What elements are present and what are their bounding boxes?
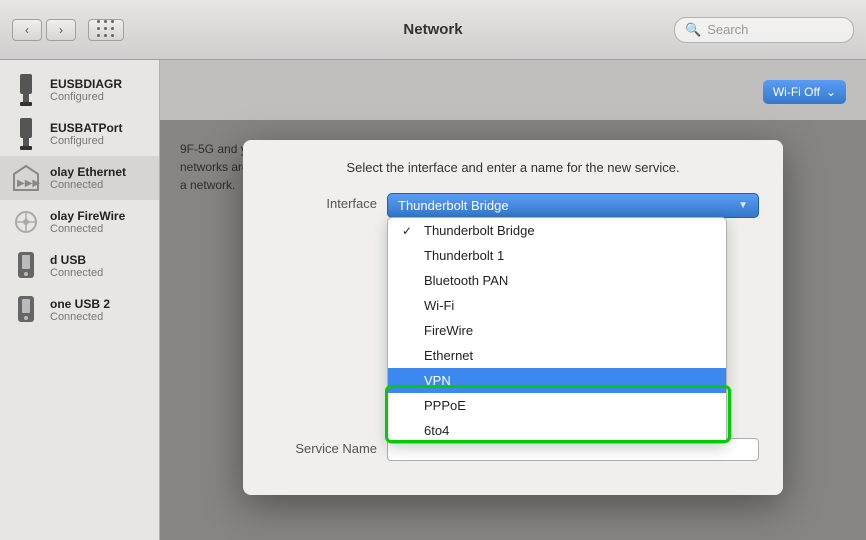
sidebar-item-status-1: Configured (50, 91, 122, 103)
interface-row: Interface Thunderbolt Bridge ▼ Thunderbo… (267, 193, 759, 218)
back-button[interactable]: ‹ (12, 19, 42, 41)
dropdown-selected-text: Thunderbolt Bridge (398, 198, 509, 213)
dropdown-item-label-7: PPPoE (424, 398, 466, 413)
dropdown-arrow-icon: ▼ (738, 200, 748, 211)
usb-icon-1 (10, 74, 42, 106)
phone-usb-icon-1 (10, 250, 42, 282)
sidebar-item-info-4: olay FireWire Connected (50, 209, 125, 235)
sidebar: EUSBDIAGR Configured EUSBATPort Configur… (0, 60, 160, 540)
dropdown-item-label-8: 6to4 (424, 423, 449, 438)
ethernet-icon: ▶▶▶ (10, 162, 42, 194)
titlebar: ‹ › Network 🔍 Search (0, 0, 866, 60)
dropdown-item-ethernet[interactable]: Ethernet (388, 343, 726, 368)
interface-dropdown-menu: Thunderbolt Bridge Thunderbolt 1 Bluetoo… (387, 217, 727, 444)
dropdown-item-label-5: Ethernet (424, 348, 473, 363)
dropdown-item-label-1: Thunderbolt 1 (424, 248, 504, 263)
interface-field: Thunderbolt Bridge ▼ Thunderbolt Bridge … (387, 193, 759, 218)
apps-button[interactable] (88, 19, 124, 41)
dropdown-item-firewire[interactable]: FireWire (388, 318, 726, 343)
apps-grid-icon (97, 20, 116, 39)
service-name-label: Service Name (267, 438, 387, 456)
dialog-title: Select the interface and enter a name fo… (267, 160, 759, 175)
svg-text:▶▶▶: ▶▶▶ (17, 178, 40, 189)
interface-label: Interface (267, 193, 387, 211)
interface-dropdown-selected[interactable]: Thunderbolt Bridge ▼ (387, 193, 759, 218)
nav-buttons: ‹ › (12, 19, 124, 41)
sidebar-item-info-2: EUSBATPort Configured (50, 121, 122, 147)
forward-icon: › (59, 23, 63, 37)
forward-button[interactable]: › (46, 19, 76, 41)
sidebar-item-name-6: one USB 2 (50, 297, 110, 311)
dropdown-item-thunderbolt-bridge[interactable]: Thunderbolt Bridge (388, 218, 726, 243)
sidebar-item-info-3: olay Ethernet Connected (50, 165, 126, 191)
dialog: Select the interface and enter a name fo… (243, 140, 783, 495)
sidebar-item-status-3: Connected (50, 179, 126, 191)
sidebar-item-status-5: Connected (50, 267, 103, 279)
sidebar-item-name-5: d USB (50, 253, 103, 267)
sidebar-item-firewire[interactable]: olay FireWire Connected (0, 200, 159, 244)
sidebar-item-eusbatport[interactable]: EUSBATPort Configured (0, 112, 159, 156)
sidebar-item-usb2[interactable]: one USB 2 Connected (0, 288, 159, 332)
sidebar-item-name-2: EUSBATPort (50, 121, 122, 135)
sidebar-item-info-6: one USB 2 Connected (50, 297, 110, 323)
sidebar-item-status-6: Connected (50, 311, 110, 323)
sidebar-item-status-2: Configured (50, 135, 122, 147)
dropdown-item-bluetooth-pan[interactable]: Bluetooth PAN (388, 268, 726, 293)
sidebar-item-usb-d[interactable]: d USB Connected (0, 244, 159, 288)
sidebar-item-name-3: olay Ethernet (50, 165, 126, 179)
sidebar-item-info-1: EUSBDIAGR Configured (50, 77, 122, 103)
window-title: Network (403, 21, 462, 38)
dropdown-item-label-6: VPN (424, 373, 451, 388)
dropdown-item-6to4[interactable]: 6to4 (388, 418, 726, 443)
dropdown-item-wifi[interactable]: Wi-Fi (388, 293, 726, 318)
sidebar-item-name-1: EUSBDIAGR (50, 77, 122, 91)
search-icon: 🔍 (685, 22, 701, 38)
dropdown-item-label-0: Thunderbolt Bridge (424, 223, 535, 238)
dropdown-item-label-3: Wi-Fi (424, 298, 454, 313)
phone-usb-icon-2 (10, 294, 42, 326)
dialog-overlay: Select the interface and enter a name fo… (160, 120, 866, 540)
dropdown-item-thunderbolt1[interactable]: Thunderbolt 1 (388, 243, 726, 268)
firewire-icon (10, 206, 42, 238)
dropdown-item-label-4: FireWire (424, 323, 473, 338)
usb-icon-2 (10, 118, 42, 150)
dropdown-arrow-wifi: ⌄ (826, 85, 836, 99)
dropdown-item-vpn[interactable]: VPN (388, 368, 726, 393)
search-bar[interactable]: 🔍 Search (674, 17, 854, 43)
sidebar-item-eusbdiagr[interactable]: EUSBDIAGR Configured (0, 68, 159, 112)
interface-dropdown-container: Thunderbolt Bridge ▼ Thunderbolt Bridge … (387, 193, 759, 218)
back-icon: ‹ (25, 23, 29, 37)
wifi-status-widget[interactable]: Wi-Fi Off ⌄ (763, 80, 846, 104)
sidebar-item-name-4: olay FireWire (50, 209, 125, 223)
main-content: EUSBDIAGR Configured EUSBATPort Configur… (0, 60, 866, 540)
wifi-label: Wi-Fi Off (773, 85, 820, 99)
sidebar-item-ethernet[interactable]: ▶▶▶ olay Ethernet Connected (0, 156, 159, 200)
sidebar-item-info-5: d USB Connected (50, 253, 103, 279)
sidebar-item-status-4: Connected (50, 223, 125, 235)
dropdown-item-label-2: Bluetooth PAN (424, 273, 508, 288)
search-placeholder: Search (707, 22, 748, 37)
dropdown-item-pppoe[interactable]: PPPoE (388, 393, 726, 418)
right-panel: Wi-Fi Off ⌄ 9F-5G and you will be joined… (160, 60, 866, 540)
